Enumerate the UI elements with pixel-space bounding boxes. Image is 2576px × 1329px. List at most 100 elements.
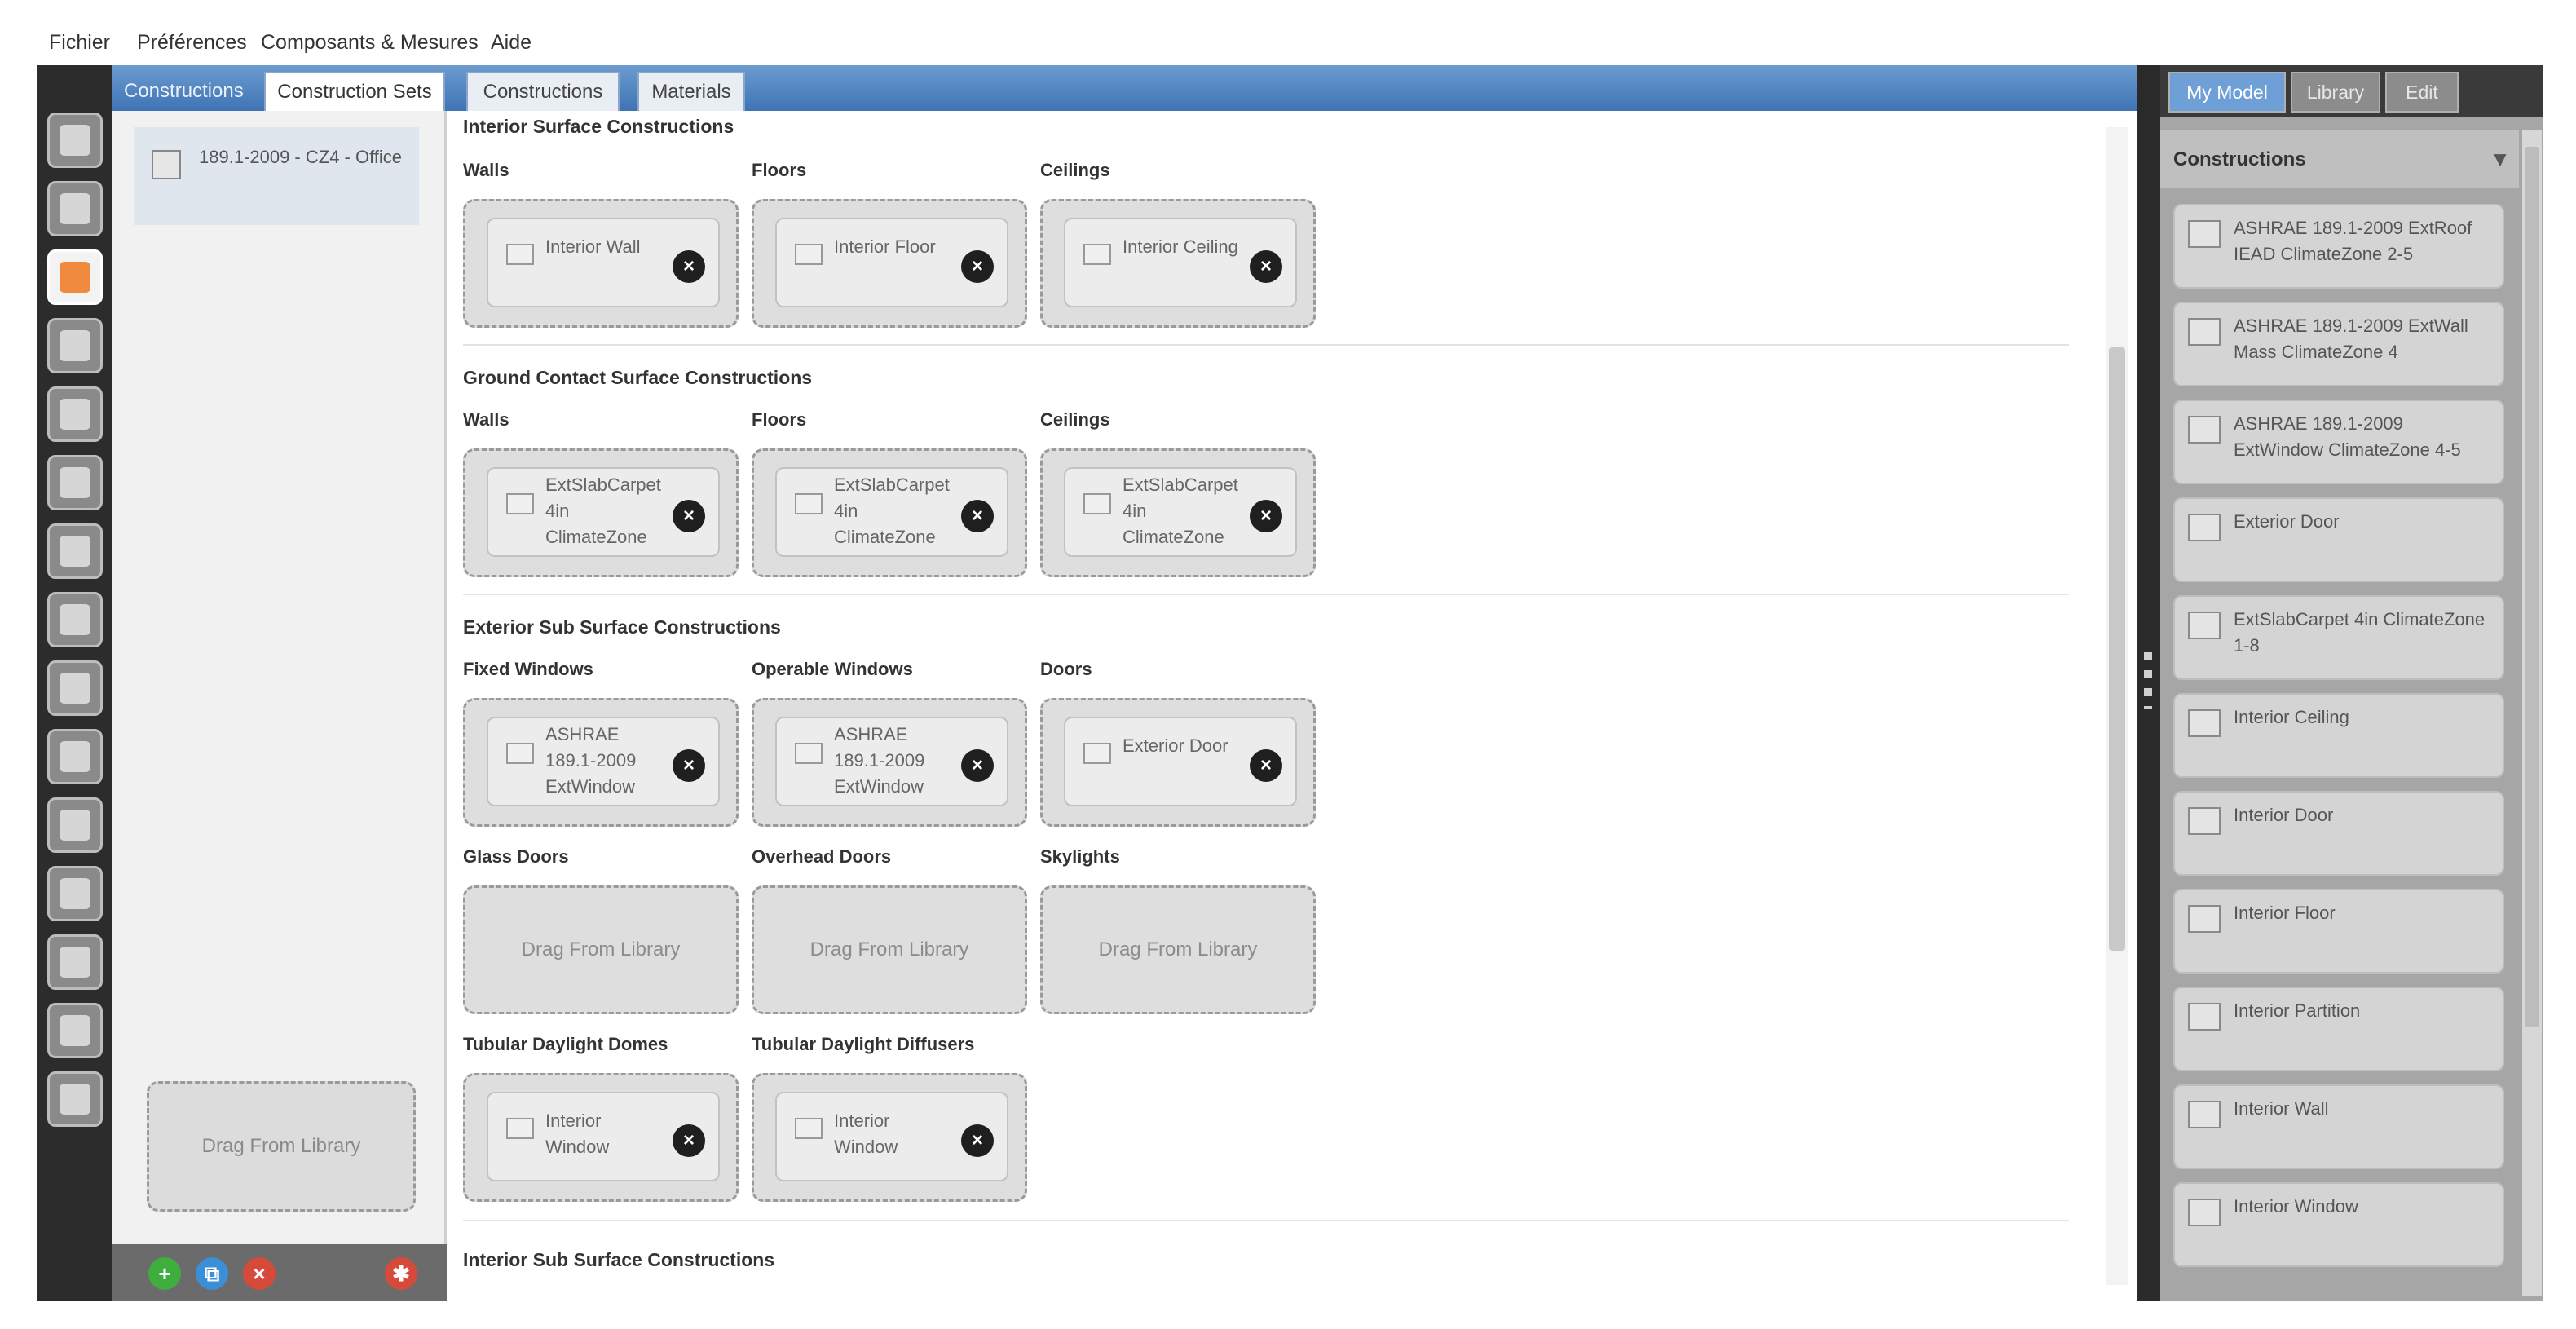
list-item-label: ASHRAE 189.1-2009 ExtWall Mass ClimateZo… — [2234, 316, 2468, 362]
spaces-tool-button[interactable] — [47, 592, 103, 647]
hvac-tool-button[interactable] — [47, 729, 103, 784]
tab-materials[interactable]: Materials — [637, 72, 745, 111]
list-item[interactable]: Interior Window — [2173, 1182, 2504, 1267]
interior-ceilings-slot[interactable]: Interior Ceiling × — [1040, 199, 1316, 328]
remove-icon[interactable]: × — [961, 250, 994, 283]
thermal-zones-tool-button[interactable] — [47, 660, 103, 716]
list-item-label: Interior Floor — [2234, 903, 2336, 923]
remove-icon[interactable]: × — [961, 749, 994, 782]
remove-icon[interactable]: × — [673, 749, 705, 782]
list-drop-zone[interactable]: Drag From Library — [147, 1081, 416, 1212]
ground-floors-slot[interactable]: ExtSlabCarpet 4in ClimateZone × — [752, 448, 1027, 577]
list-item[interactable]: ASHRAE 189.1-2009 ExtWindow ClimateZone … — [2173, 400, 2504, 484]
menu-fichier[interactable]: Fichier — [49, 31, 110, 55]
ground-walls-slot[interactable]: ExtSlabCarpet 4in ClimateZone × — [463, 448, 739, 577]
doors-slot[interactable]: Exterior Door × — [1040, 698, 1316, 827]
add-icon[interactable]: + — [148, 1257, 181, 1290]
panel-splitter[interactable] — [2137, 65, 2160, 1301]
spaces-icon — [60, 604, 90, 635]
construction-card[interactable]: ExtSlabCarpet 4in ClimateZone × — [487, 467, 720, 557]
content-scrollbar[interactable] — [2106, 127, 2128, 1285]
menu-preferences[interactable]: Préférences — [137, 31, 247, 55]
chevron-down-icon[interactable]: ▼ — [2490, 147, 2511, 172]
card-label: ExtSlabCarpet 4in ClimateZone — [1123, 475, 1238, 547]
simulation-settings-icon — [60, 878, 90, 909]
fixed-windows-slot[interactable]: ASHRAE 189.1-2009 ExtWindow × — [463, 698, 739, 827]
section-exterior-sub: Exterior Sub Surface Constructions — [463, 616, 781, 638]
site-icon — [60, 125, 90, 156]
ground-ceilings-slot[interactable]: ExtSlabCarpet 4in ClimateZone × — [1040, 448, 1316, 577]
run-tool-button[interactable] — [47, 1003, 103, 1058]
space-types-tool-button[interactable] — [47, 386, 103, 442]
remove-icon[interactable]: × — [673, 1124, 705, 1157]
construction-card[interactable]: Interior Floor × — [775, 218, 1008, 307]
menu-aide[interactable]: Aide — [491, 31, 532, 55]
construction-card[interactable]: ExtSlabCarpet 4in ClimateZone × — [775, 467, 1008, 557]
list-item[interactable]: ExtSlabCarpet 4in ClimateZone 1-8 — [2173, 595, 2504, 680]
facility-tool-button[interactable] — [47, 523, 103, 579]
simulation-settings-tool-button[interactable] — [47, 866, 103, 921]
column-tubular-domes: Tubular Daylight Domes — [463, 1034, 668, 1054]
tab-library[interactable]: Library — [2291, 72, 2380, 113]
geometry-icon — [60, 467, 90, 498]
list-item[interactable]: Interior Floor — [2173, 889, 2504, 974]
tubular-diffusers-slot[interactable]: Interior Window × — [752, 1073, 1027, 1202]
construction-card[interactable]: Interior Window × — [487, 1092, 720, 1181]
remove-icon[interactable]: × — [243, 1257, 276, 1290]
remove-icon[interactable]: × — [1250, 250, 1282, 283]
glass-doors-drop-zone[interactable]: Drag From Library — [463, 885, 739, 1014]
remove-icon[interactable]: × — [1250, 749, 1282, 782]
drag-handle-icon[interactable] — [2144, 652, 2152, 709]
remove-icon[interactable]: × — [961, 500, 994, 532]
card-label: ASHRAE 189.1-2009 ExtWindow — [545, 724, 637, 797]
purge-icon[interactable]: ✱ — [385, 1257, 417, 1290]
tab-constructions[interactable]: Constructions — [466, 72, 620, 111]
list-item[interactable]: ASHRAE 189.1-2009 ExtWall Mass ClimateZo… — [2173, 302, 2504, 386]
tubular-domes-slot[interactable]: Interior Window × — [463, 1073, 739, 1202]
list-item[interactable]: Exterior Door — [2173, 497, 2504, 582]
tab-my-model[interactable]: My Model — [2168, 72, 2286, 113]
site-tool-button[interactable] — [47, 113, 103, 168]
list-item[interactable]: Interior Partition — [2173, 987, 2504, 1071]
construction-card[interactable]: Interior Window × — [775, 1092, 1008, 1181]
measures-tool-button[interactable] — [47, 934, 103, 990]
loads-tool-button[interactable] — [47, 318, 103, 373]
remove-icon[interactable]: × — [1250, 500, 1282, 532]
list-item[interactable]: ASHRAE 189.1-2009 ExtRoof IEAD ClimateZo… — [2173, 204, 2504, 289]
schedules-tool-button[interactable] — [47, 181, 103, 236]
remove-icon[interactable]: × — [673, 250, 705, 283]
list-item[interactable]: Interior Wall — [2173, 1084, 2504, 1169]
overhead-doors-drop-zone[interactable]: Drag From Library — [752, 885, 1027, 1014]
library-category-header[interactable]: Constructions ▼ — [2160, 130, 2519, 188]
construction-card[interactable]: ASHRAE 189.1-2009 ExtWindow × — [487, 717, 720, 806]
remove-icon[interactable]: × — [673, 500, 705, 532]
list-item[interactable]: 189.1-2009 - CZ4 - Office — [134, 127, 419, 225]
interior-floors-slot[interactable]: Interior Floor × — [752, 199, 1027, 328]
construction-card[interactable]: Exterior Door × — [1064, 717, 1297, 806]
operable-windows-slot[interactable]: ASHRAE 189.1-2009 ExtWindow × — [752, 698, 1027, 827]
construction-card[interactable]: ExtSlabCarpet 4in ClimateZone × — [1064, 467, 1297, 557]
construction-card[interactable]: ASHRAE 189.1-2009 ExtWindow × — [775, 717, 1008, 806]
tab-construction-sets[interactable]: Construction Sets — [264, 72, 445, 111]
menu-components-measures[interactable]: Composants & Mesures — [261, 31, 479, 55]
list-item[interactable]: Interior Ceiling — [2173, 693, 2504, 778]
construction-card[interactable]: Interior Ceiling × — [1064, 218, 1297, 307]
library-scrollbar[interactable] — [2522, 130, 2542, 1296]
scrollbar-thumb[interactable] — [2109, 347, 2125, 951]
constructions-tool-button[interactable] — [47, 249, 103, 305]
tab-edit[interactable]: Edit — [2385, 72, 2459, 113]
column-floors: Floors — [752, 160, 807, 180]
list-item[interactable]: Interior Door — [2173, 791, 2504, 876]
variables-tool-button[interactable] — [47, 797, 103, 853]
copy-icon[interactable]: ⧉ — [196, 1257, 228, 1290]
scrollbar-thumb[interactable] — [2525, 147, 2539, 1027]
skylights-drop-zone[interactable]: Drag From Library — [1040, 885, 1316, 1014]
construction-set-icon — [152, 150, 181, 179]
remove-icon[interactable]: × — [961, 1124, 994, 1157]
geometry-tool-button[interactable] — [47, 455, 103, 510]
results-tool-button[interactable] — [47, 1071, 103, 1127]
interior-walls-slot[interactable]: Interior Wall × — [463, 199, 739, 328]
card-label: ASHRAE 189.1-2009 ExtWindow — [834, 724, 925, 797]
construction-card[interactable]: Interior Wall × — [487, 218, 720, 307]
column-skylights: Skylights — [1040, 846, 1120, 867]
